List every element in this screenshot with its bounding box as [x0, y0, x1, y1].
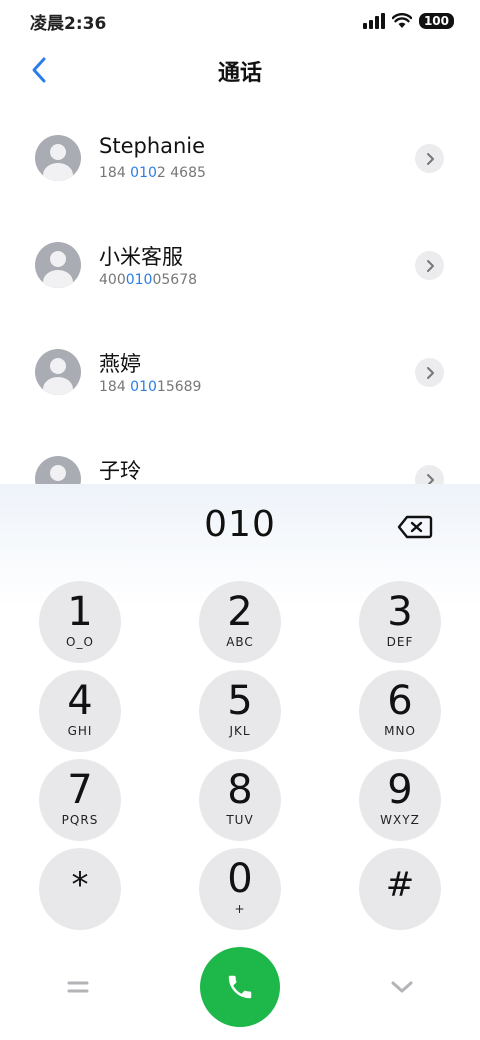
contact-item[interactable]: 小米客服 40001005678	[0, 211, 480, 318]
key-9[interactable]: 9 WXYZ	[359, 759, 441, 841]
back-button[interactable]	[26, 55, 52, 85]
equals-icon	[67, 981, 89, 993]
key-2[interactable]: 2 ABC	[199, 581, 281, 663]
key-6[interactable]: 6 MNO	[359, 670, 441, 752]
key-0[interactable]: 0 +	[199, 848, 281, 930]
page-title: 通话	[217, 61, 262, 86]
contact-detail-button[interactable]	[415, 251, 444, 280]
chevron-right-icon	[426, 259, 434, 272]
contact-detail-button[interactable]	[415, 144, 444, 173]
avatar	[35, 135, 81, 181]
phone-icon	[228, 975, 252, 999]
contact-detail-button[interactable]	[415, 358, 444, 387]
contact-list: Stephanie 184 0102 4685 小米客服 40001005678…	[0, 104, 480, 484]
key-1[interactable]: 1 O_O	[39, 581, 121, 663]
call-button[interactable]	[200, 947, 280, 1027]
key-8[interactable]: 8 TUV	[199, 759, 281, 841]
number-match: 010	[130, 379, 157, 395]
backspace-icon	[397, 515, 433, 539]
chevron-right-icon	[426, 366, 434, 379]
chevron-down-icon	[391, 981, 413, 993]
contact-item[interactable]: 子玲	[0, 425, 480, 484]
number-match: 010	[125, 272, 153, 288]
contact-number: 184 0102 4685	[99, 165, 206, 181]
contact-detail-button[interactable]	[415, 465, 444, 484]
contact-name: Stephanie	[99, 134, 206, 158]
wifi-icon	[391, 13, 412, 28]
dialpad: 010 1 O_O 2 ABC 3 DEF 4 GHI 5 JKL 6 MNO …	[0, 484, 480, 1040]
header: 通话	[0, 42, 480, 100]
key-star[interactable]: *	[39, 848, 121, 930]
key-5[interactable]: 5 JKL	[199, 670, 281, 752]
backspace-button[interactable]	[397, 514, 433, 540]
chevron-right-icon	[426, 473, 434, 484]
menu-button[interactable]	[60, 972, 96, 1002]
contact-item[interactable]: Stephanie 184 0102 4685	[0, 104, 480, 211]
status-bar: 凌晨2:36 100	[0, 0, 480, 42]
contact-number: 184 01015689	[99, 379, 202, 395]
collapse-dialpad-button[interactable]	[384, 972, 420, 1002]
avatar	[35, 242, 81, 288]
key-3[interactable]: 3 DEF	[359, 581, 441, 663]
status-icons: 100	[362, 13, 454, 29]
contact-name: 小米客服	[99, 245, 183, 269]
chevron-right-icon	[426, 152, 434, 165]
number-match: 010	[130, 165, 157, 181]
key-4[interactable]: 4 GHI	[39, 670, 121, 752]
battery-indicator: 100	[418, 13, 454, 29]
chevron-left-icon	[32, 57, 46, 83]
status-time: 凌晨2:36	[30, 13, 107, 34]
avatar	[35, 349, 81, 395]
key-7[interactable]: 7 PQRS	[39, 759, 121, 841]
avatar	[35, 456, 81, 484]
contact-name: 子玲	[99, 459, 141, 483]
contact-name: 燕婷	[99, 352, 141, 376]
contact-number: 40001005678	[99, 272, 198, 288]
signal-icon	[362, 13, 385, 29]
key-hash[interactable]: #	[359, 848, 441, 930]
contact-item[interactable]: 燕婷 184 01015689	[0, 318, 480, 425]
